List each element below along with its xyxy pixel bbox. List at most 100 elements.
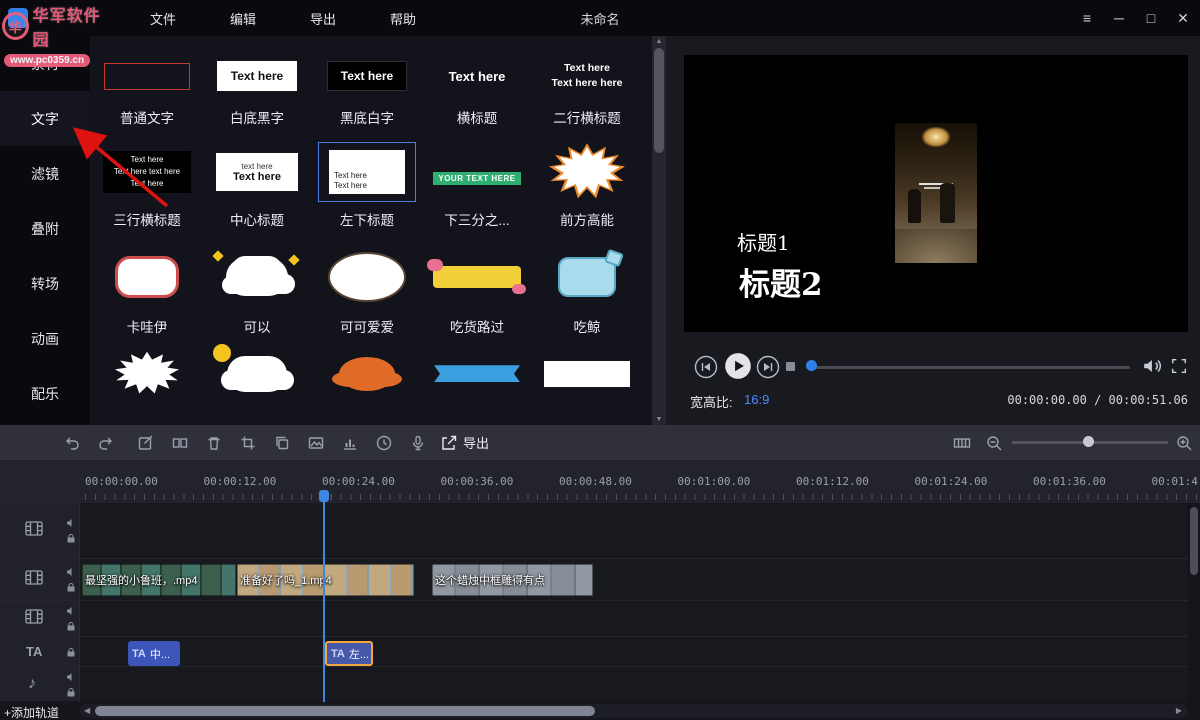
- microphone-icon[interactable]: [408, 433, 428, 453]
- template-cell-13[interactable]: 吃货路过: [422, 245, 532, 337]
- redo-icon[interactable]: [96, 433, 116, 453]
- image-icon[interactable]: [306, 433, 326, 453]
- playhead[interactable]: [323, 491, 325, 702]
- clock-icon[interactable]: [374, 433, 394, 453]
- stop-button[interactable]: [786, 362, 795, 371]
- play-button[interactable]: [724, 352, 752, 385]
- menu-item-edit[interactable]: 编辑: [220, 9, 266, 28]
- template-cell-12[interactable]: 可可爱爱: [312, 245, 422, 337]
- next-frame-button[interactable]: [756, 355, 780, 384]
- sidebar-item-music[interactable]: 配乐: [0, 366, 90, 421]
- minimize-button[interactable]: ─: [1110, 10, 1128, 26]
- text-lane[interactable]: [80, 637, 1188, 666]
- video-clip[interactable]: 准备好了吗_1.mp4: [237, 564, 414, 596]
- chart-icon[interactable]: [340, 433, 360, 453]
- template-cell-6[interactable]: text hereText here中心标题: [202, 142, 312, 230]
- track-lock-icon[interactable]: [66, 533, 76, 543]
- zoom-out-icon[interactable]: [984, 433, 1004, 453]
- seek-bar[interactable]: [806, 366, 1130, 369]
- video-clip[interactable]: 最坚强的小鲁班，.mp4: [82, 564, 236, 596]
- template-cell-10[interactable]: 卡哇伊: [92, 245, 202, 337]
- export-button[interactable]: 导出: [440, 433, 489, 452]
- template-cell-9[interactable]: 前方高能: [532, 142, 642, 230]
- menu-item-file[interactable]: 文件: [140, 9, 186, 28]
- hamburger-menu-icon[interactable]: ≡: [1078, 10, 1096, 26]
- template-cell-8[interactable]: YOUR TEXT HERE下三分之...: [422, 142, 532, 230]
- edit-icon[interactable]: [136, 433, 156, 453]
- template-cell-5[interactable]: Text hereText here text hereText here三行横…: [92, 142, 202, 230]
- fit-timeline-icon[interactable]: [952, 433, 972, 453]
- template-cell-7[interactable]: Text hereText here左下标题: [312, 142, 422, 230]
- track-volume-icon[interactable]: [66, 606, 76, 616]
- template-thumb-art: [104, 63, 190, 90]
- tracks-scrollbar-vertical[interactable]: [1188, 503, 1200, 702]
- track-lock-icon[interactable]: [66, 621, 76, 631]
- ruler-label: 00:00:00.00: [85, 475, 158, 488]
- menu-item-export[interactable]: 导出: [300, 9, 346, 28]
- seek-handle[interactable]: [806, 360, 817, 371]
- template-cell-18[interactable]: [422, 351, 532, 425]
- template-cell-16[interactable]: [202, 351, 312, 425]
- track-header[interactable]: [0, 503, 80, 558]
- template-cell-19[interactable]: [532, 351, 642, 425]
- track-header[interactable]: [0, 559, 80, 600]
- scroll-down-icon[interactable]: ▼: [652, 416, 666, 423]
- template-cell-1[interactable]: Text here白底黑字: [202, 52, 312, 128]
- undo-icon[interactable]: [62, 433, 82, 453]
- track-header[interactable]: TA: [0, 637, 80, 666]
- track-volume-icon[interactable]: [66, 567, 76, 577]
- sidebar-item-transition[interactable]: 转场: [0, 256, 90, 311]
- template-label: 黑底白字: [340, 107, 394, 125]
- text-clip[interactable]: TA中...: [128, 641, 180, 666]
- fullscreen-icon[interactable]: [1170, 357, 1188, 380]
- maximize-button[interactable]: □: [1142, 10, 1160, 26]
- track-lane[interactable]: [80, 667, 1188, 701]
- split-icon[interactable]: [170, 433, 190, 453]
- scrollbar-thumb[interactable]: [654, 48, 664, 153]
- timeline-ruler[interactable]: 00:00:00.0000:00:12.0000:00:24.0000:00:3…: [0, 461, 1200, 503]
- template-thumb-art: [544, 361, 630, 387]
- scroll-right-icon[interactable]: ▶: [1176, 706, 1182, 715]
- sidebar-item-text[interactable]: 文字: [0, 91, 90, 146]
- timecode: 00:00:00.00 / 00:00:51.06: [1007, 393, 1188, 407]
- template-cell-4[interactable]: Text hereText here here二行横标题: [532, 52, 642, 128]
- scrollbar-thumb[interactable]: [95, 706, 595, 716]
- crop-icon[interactable]: [238, 433, 258, 453]
- timeline-scrollbar-horizontal[interactable]: ◀ ▶: [80, 704, 1188, 718]
- track-volume-icon[interactable]: [66, 518, 76, 528]
- template-scrollbar[interactable]: ▲ ▼: [652, 36, 666, 425]
- text-clip-selected[interactable]: TA左...: [325, 641, 373, 666]
- aspect-ratio-value[interactable]: 16:9: [744, 392, 769, 407]
- scroll-left-icon[interactable]: ◀: [84, 706, 90, 715]
- menu-item-help[interactable]: 帮助: [380, 9, 426, 28]
- volume-icon[interactable]: [1142, 356, 1164, 381]
- video-clip[interactable]: 这个蜡烛中框雕得有点: [432, 564, 593, 596]
- template-cell-14[interactable]: 吃鲸: [532, 245, 642, 337]
- add-track-button[interactable]: +添加轨道: [4, 704, 59, 720]
- track-lane[interactable]: [80, 601, 1188, 636]
- track-lock-icon[interactable]: [66, 687, 76, 697]
- track-lock-icon[interactable]: [66, 582, 76, 592]
- template-cell-11[interactable]: 可以: [202, 245, 312, 337]
- track-volume-icon[interactable]: [66, 672, 76, 682]
- delete-icon[interactable]: [204, 433, 224, 453]
- close-button[interactable]: ✕: [1174, 10, 1192, 27]
- template-cell-3[interactable]: Text here横标题: [422, 52, 532, 128]
- template-cell-17[interactable]: [312, 351, 422, 425]
- template-cell-2[interactable]: Text here黑底白字: [312, 52, 422, 128]
- zoom-in-icon[interactable]: [1174, 433, 1194, 453]
- previous-frame-button[interactable]: [694, 355, 718, 384]
- track-header[interactable]: [0, 601, 80, 636]
- playhead-handle[interactable]: [319, 490, 329, 502]
- track-lock-icon[interactable]: [66, 647, 76, 657]
- copy-icon[interactable]: [272, 433, 292, 453]
- sidebar-item-filter[interactable]: 滤镜: [0, 146, 90, 201]
- track-header[interactable]: ♪: [0, 667, 80, 701]
- track-lane[interactable]: [80, 503, 1188, 558]
- scrollbar-thumb[interactable]: [1190, 507, 1198, 575]
- scroll-up-icon[interactable]: ▲: [652, 38, 666, 45]
- template-cell-15[interactable]: [92, 351, 202, 425]
- sidebar-item-overlay[interactable]: 叠附: [0, 201, 90, 256]
- sidebar-item-animation[interactable]: 动画: [0, 311, 90, 366]
- timeline-zoom-handle[interactable]: [1083, 436, 1094, 447]
